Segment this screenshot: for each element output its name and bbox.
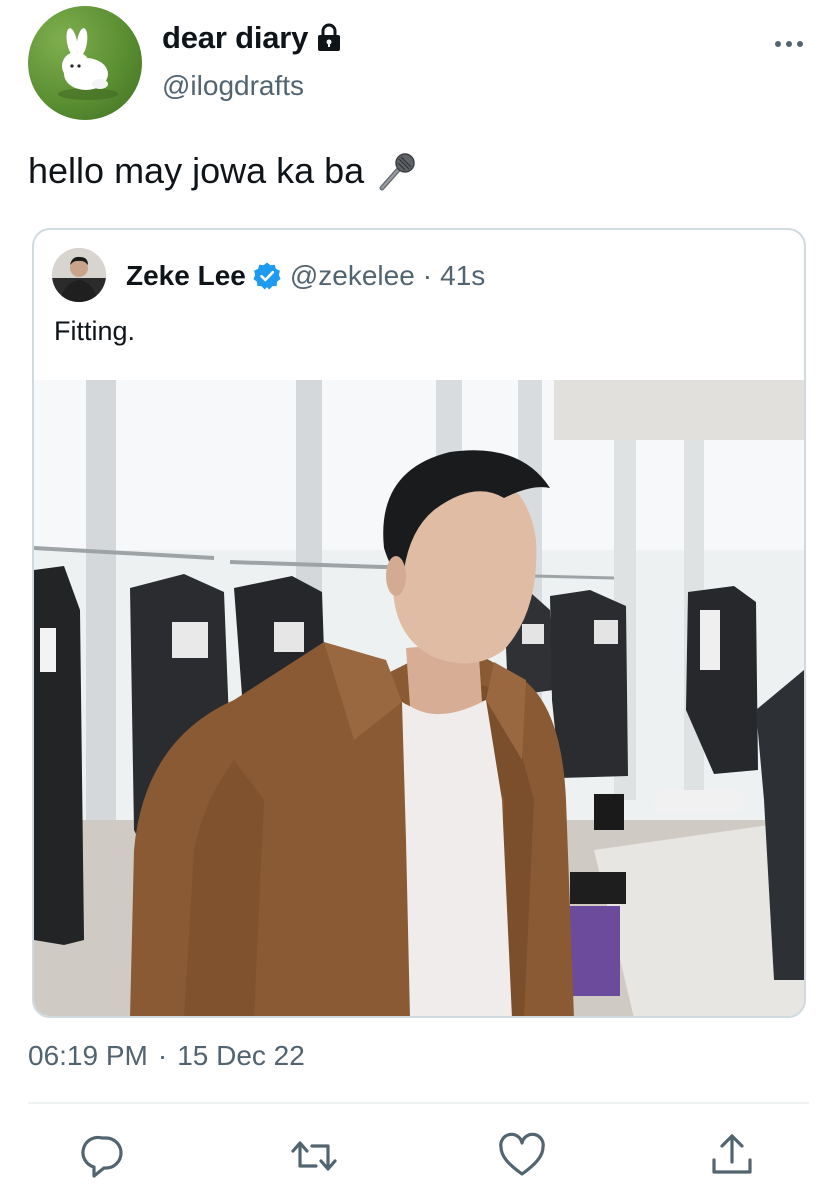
tweet-text: hello may jowa ka ba — [28, 150, 418, 192]
retweet-icon[interactable] — [288, 1130, 340, 1182]
like-icon[interactable] — [496, 1130, 548, 1182]
quoted-time-ago[interactable]: 41s — [440, 260, 485, 292]
quoted-handle[interactable]: @zekelee — [290, 260, 415, 292]
verified-badge-icon — [252, 261, 282, 291]
quoted-display-name[interactable]: Zeke Lee — [126, 260, 246, 292]
quoted-separator: · — [422, 260, 433, 291]
tweet-header: dear diary @ilogdrafts — [28, 6, 818, 122]
timestamp-time: 06:19 PM — [28, 1040, 148, 1071]
microphone-icon — [376, 150, 418, 192]
timestamp-date: 15 Dec 22 — [177, 1040, 305, 1071]
quoted-tweet-photo[interactable] — [34, 380, 804, 1016]
lock-icon — [316, 23, 342, 53]
author-display-name[interactable]: dear diary — [162, 20, 308, 56]
quoted-author-row: Zeke Lee @zekelee · 41s — [126, 260, 485, 292]
divider — [28, 1102, 809, 1104]
author-name-row: dear diary — [162, 20, 342, 56]
author-handle[interactable]: @ilogdrafts — [162, 70, 304, 102]
tweet-action-bar — [0, 1130, 837, 1186]
tweet-body: hello may jowa ka ba — [28, 150, 365, 191]
quoted-tweet-text: Fitting. — [54, 316, 136, 346]
quoted-author-avatar[interactable] — [52, 248, 106, 302]
reply-icon[interactable] — [78, 1130, 130, 1182]
bunny-plush-image — [58, 28, 118, 100]
share-icon[interactable] — [706, 1130, 758, 1182]
tweet-timestamp[interactable]: 06:19 PM · 15 Dec 22 — [28, 1040, 305, 1072]
quoted-tweet-card[interactable]: Zeke Lee @zekelee · 41s Fitting. — [32, 228, 806, 1018]
author-avatar[interactable] — [28, 6, 142, 120]
timestamp-separator: · — [157, 1040, 168, 1071]
more-options-icon[interactable] — [774, 36, 804, 47]
